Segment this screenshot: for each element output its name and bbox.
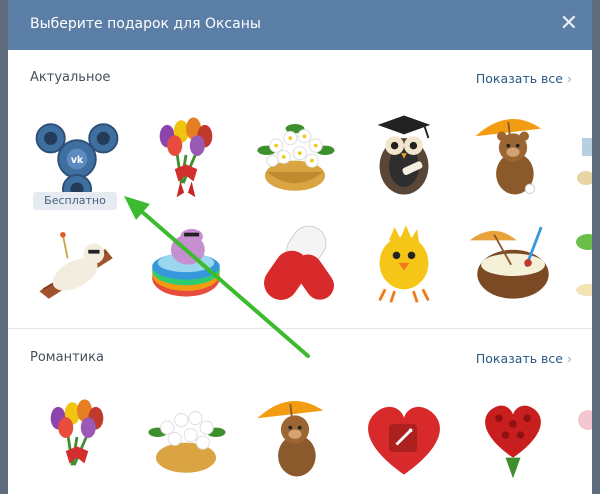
sticker-red-white-pill[interactable] — [248, 216, 342, 310]
svg-text:vk: vk — [71, 155, 84, 166]
free-badge: Бесплатно — [33, 192, 117, 210]
show-all-label: Показать все — [475, 351, 563, 366]
sticker-hippo-in-pool[interactable] — [139, 208, 233, 310]
modal-header: Выберите подарок для Оксаны ✕ — [8, 0, 592, 50]
sticker-cut-off-gift[interactable] — [574, 108, 592, 202]
show-all-label: Показать все — [475, 71, 563, 86]
show-all-actual-link[interactable]: Показать все › — [476, 71, 572, 86]
section-title-romance: Романтика — [30, 350, 104, 365]
section-title-actual: Актуальное — [30, 70, 111, 85]
show-all-romance-link[interactable]: Показать все › — [476, 351, 572, 366]
sticker-bear-with-umbrella[interactable] — [466, 108, 560, 202]
sticker-yellow-chick[interactable] — [357, 214, 451, 308]
sticker-tulip-bouquet[interactable] — [139, 108, 233, 202]
sticker-rose-heart-bouquet[interactable] — [466, 390, 560, 484]
chevron-right-icon: › — [567, 351, 572, 366]
sticker-cut-off-flower[interactable] — [574, 390, 592, 484]
sticker-flower-basket[interactable] — [248, 108, 342, 202]
sticker-sunbathing-bear[interactable] — [30, 216, 124, 310]
sticker-tulip-bouquet[interactable] — [30, 390, 124, 484]
sticker-graduate-owl[interactable] — [357, 108, 451, 202]
gift-modal: Выберите подарок для Оксаны ✕ Актуальное… — [8, 0, 592, 494]
sticker-heart-with-wand[interactable] — [357, 390, 451, 484]
sticker-coconut-cocktail[interactable] — [466, 214, 560, 308]
sticker-bear-with-umbrella[interactable] — [248, 390, 342, 484]
sticker-flower-basket[interactable] — [139, 390, 233, 484]
close-icon[interactable]: ✕ — [560, 10, 578, 38]
modal-title: Выберите подарок для Оксаны — [30, 16, 261, 32]
sticker-cut-off-palm[interactable] — [574, 214, 592, 308]
chevron-right-icon: › — [567, 71, 572, 86]
section-divider — [8, 328, 592, 329]
